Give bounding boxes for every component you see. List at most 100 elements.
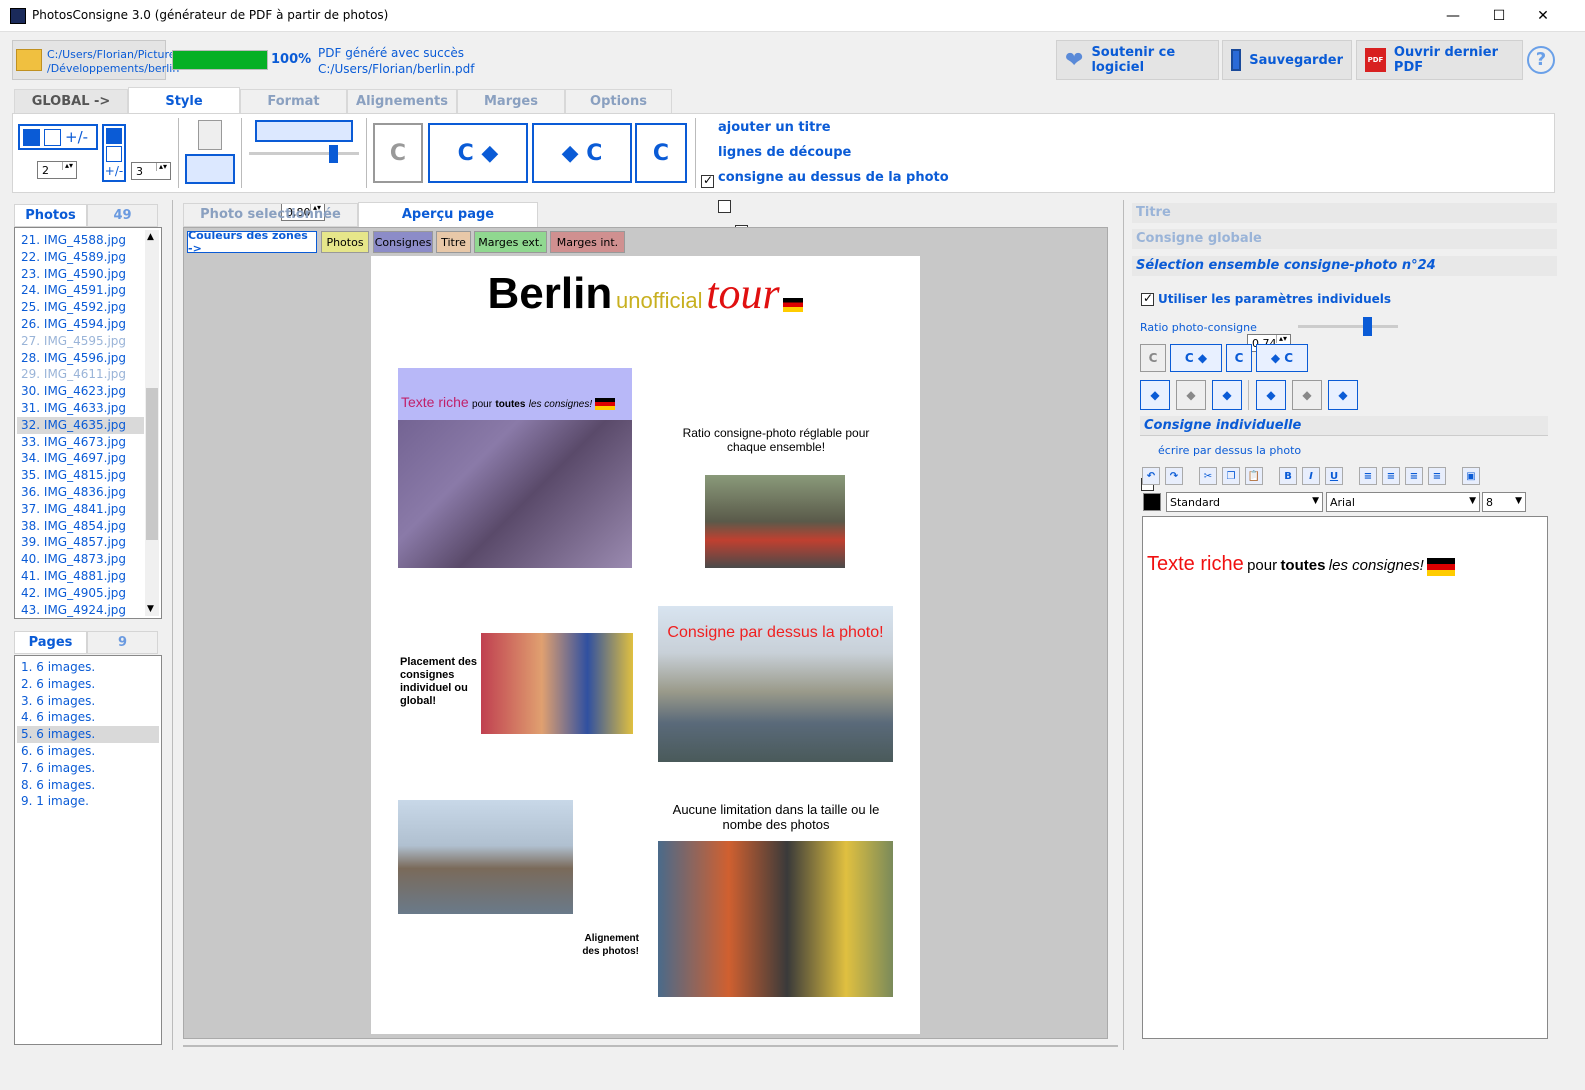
cut-lines-checkbox[interactable] xyxy=(717,200,731,213)
zone-titre[interactable]: Titre xyxy=(436,231,471,253)
page-list-item[interactable]: 2. 6 images. xyxy=(17,676,159,693)
align-top-left-button[interactable]: ◆ xyxy=(1140,380,1170,410)
photos-scrollbar[interactable]: ▲ ▼ xyxy=(145,230,159,616)
align-center-icon[interactable]: ≡ xyxy=(1382,467,1400,485)
style-select[interactable]: Standard ▼ xyxy=(1166,492,1323,512)
section-selection[interactable]: Sélection ensemble consigne-photo n°24 xyxy=(1132,256,1557,276)
tab-alignements[interactable]: Alignements xyxy=(347,89,457,113)
landscape-icon[interactable] xyxy=(185,154,235,184)
photo-list-item[interactable]: 27. IMG_4595.jpg xyxy=(17,333,144,350)
photo-list-item[interactable]: 33. IMG_4673.jpg xyxy=(17,434,144,451)
columns-spinbox[interactable]: 2 xyxy=(37,161,77,179)
font-select[interactable]: Arial ▼ xyxy=(1326,492,1480,512)
scroll-down-icon[interactable]: ▼ xyxy=(147,604,154,614)
cut-icon[interactable]: ✂ xyxy=(1199,467,1217,485)
zone-marges-ext[interactable]: Marges ext. xyxy=(474,231,547,253)
photo-list-item[interactable]: 36. IMG_4836.jpg xyxy=(17,484,144,501)
italic-icon[interactable]: I xyxy=(1302,467,1320,485)
consigne-editor[interactable]: Texte riche pour toutes les consignes! xyxy=(1142,516,1548,1039)
columns-button[interactable]: +/- xyxy=(18,124,98,150)
photo-list-item[interactable]: 37. IMG_4841.jpg xyxy=(17,501,144,518)
page-list-item[interactable]: 4. 6 images. xyxy=(17,709,159,726)
underline-icon[interactable]: U xyxy=(1325,467,1343,485)
save-button[interactable]: Sauvegarder xyxy=(1222,40,1352,80)
photo-list-item[interactable]: 26. IMG_4594.jpg xyxy=(17,316,144,333)
maximize-button[interactable]: ☐ xyxy=(1476,0,1522,32)
photo-list-item[interactable]: 38. IMG_4854.jpg xyxy=(17,518,144,535)
photo-list-item[interactable]: 25. IMG_4592.jpg xyxy=(17,299,144,316)
photo-list-item[interactable]: 28. IMG_4596.jpg xyxy=(17,350,144,367)
layout-left-button[interactable]: C ◆ xyxy=(1170,344,1222,372)
page-list-item[interactable]: 9. 1 image. xyxy=(17,793,159,810)
layout-consigne-below-button[interactable]: C xyxy=(635,123,687,183)
photo-list-item[interactable]: 21. IMG_4588.jpg xyxy=(17,232,144,249)
add-title-checkbox[interactable] xyxy=(701,173,714,188)
tab-global[interactable]: GLOBAL -> xyxy=(14,89,128,113)
justify-icon[interactable]: ≡ xyxy=(1428,467,1446,485)
rows-spinbox[interactable]: 3 xyxy=(131,162,171,180)
splitter[interactable] xyxy=(1123,200,1124,1050)
photo-list-item[interactable]: 41. IMG_4881.jpg xyxy=(17,568,144,585)
paste-icon[interactable]: 📋 xyxy=(1245,467,1263,485)
layout-consigne-left-button[interactable]: C ◆ xyxy=(428,123,528,183)
close-button[interactable]: ✕ xyxy=(1520,0,1566,32)
layout-above-button[interactable]: C xyxy=(1140,344,1166,372)
copy-icon[interactable]: ❐ xyxy=(1222,467,1240,485)
photos-list[interactable]: 21. IMG_4588.jpg 22. IMG_4589.jpg 23. IMG_… xyxy=(14,227,162,619)
tab-style[interactable]: Style xyxy=(128,87,240,114)
portrait-icon[interactable] xyxy=(198,120,222,150)
open-pdf-button[interactable]: PDF Ouvrir dernier PDF xyxy=(1356,40,1523,80)
photo-list-item[interactable]: 40. IMG_4873.jpg xyxy=(17,551,144,568)
zone-marges-int[interactable]: Marges int. xyxy=(550,231,625,253)
align-bottom-right-button[interactable]: ◆ xyxy=(1328,380,1358,410)
bold-icon[interactable]: B xyxy=(1279,467,1297,485)
layout-consigne-right-button[interactable]: ◆ C xyxy=(532,123,632,183)
rows-button[interactable]: +/- xyxy=(102,124,126,182)
tab-marges[interactable]: Marges xyxy=(457,89,565,113)
align-top-right-button[interactable]: ◆ xyxy=(1212,380,1242,410)
layout-below-button[interactable]: C xyxy=(1226,344,1252,372)
photo-list-item[interactable]: 35. IMG_4815.jpg xyxy=(17,467,144,484)
tab-format[interactable]: Format xyxy=(240,89,347,113)
zone-photos[interactable]: Photos xyxy=(321,231,369,253)
use-individual-checkbox[interactable] xyxy=(1141,291,1154,306)
photo-list-item[interactable]: 29. IMG_4611.jpg xyxy=(17,366,144,383)
section-consigne-individuelle[interactable]: Consigne individuelle xyxy=(1140,416,1548,436)
photo-list-item[interactable]: 23. IMG_4590.jpg xyxy=(17,266,144,283)
layout-right-button[interactable]: ◆ C xyxy=(1256,344,1308,372)
splitter[interactable] xyxy=(172,200,173,1050)
layout-consigne-above-button[interactable]: C xyxy=(373,123,423,183)
redo-icon[interactable]: ↷ xyxy=(1165,467,1183,485)
align-left-icon[interactable]: ≡ xyxy=(1359,467,1377,485)
page-list-item[interactable]: 8. 6 images. xyxy=(17,777,159,794)
help-icon[interactable]: ? xyxy=(1527,46,1555,74)
page-list-item[interactable]: 6. 6 images. xyxy=(17,743,159,760)
scroll-up-icon[interactable]: ▲ xyxy=(147,232,154,242)
photo-list-item[interactable]: 39. IMG_4857.jpg xyxy=(17,534,144,551)
text-color-swatch[interactable] xyxy=(1143,493,1161,511)
ratio-consigne-slider-thumb[interactable] xyxy=(1363,317,1372,336)
size-select[interactable]: 8 ▼ xyxy=(1482,492,1526,512)
tab-pages[interactable]: Pages xyxy=(14,631,87,654)
align-top-center-button[interactable]: ◆ xyxy=(1176,380,1206,410)
ratio-slider-thumb[interactable] xyxy=(329,145,338,163)
tab-photos[interactable]: Photos xyxy=(14,204,87,227)
support-button[interactable]: ❤ Soutenir ce logiciel xyxy=(1056,40,1219,80)
page-list-item[interactable]: 3. 6 images. xyxy=(17,693,159,710)
photo-list-item[interactable]: 30. IMG_4623.jpg xyxy=(17,383,144,400)
tab-options[interactable]: Options xyxy=(565,89,672,113)
tab-photo-selected[interactable]: Photo selectionnée xyxy=(183,203,358,227)
photo-list-item[interactable]: 22. IMG_4589.jpg xyxy=(17,249,144,266)
section-consigne-globale[interactable]: Consigne globale xyxy=(1132,229,1557,249)
photo-list-item[interactable]: 31. IMG_4633.jpg xyxy=(17,400,144,417)
page-list-item[interactable]: 5. 6 images. xyxy=(17,726,159,743)
align-bottom-center-button[interactable]: ◆ xyxy=(1292,380,1322,410)
align-right-icon[interactable]: ≡ xyxy=(1405,467,1423,485)
minimize-button[interactable]: — xyxy=(1430,0,1476,32)
pages-list[interactable]: 1. 6 images. 2. 6 images. 3. 6 images. 4. 6… xyxy=(14,655,162,1045)
undo-icon[interactable]: ↶ xyxy=(1142,467,1160,485)
folder-button[interactable]: C:/Users/Florian/Pictures /Développement… xyxy=(12,40,181,80)
tab-preview[interactable]: Aperçu page xyxy=(358,202,538,228)
photo-list-item[interactable]: 43. IMG_4924.jpg xyxy=(17,602,144,619)
page-list-item[interactable]: 7. 6 images. xyxy=(17,760,159,777)
